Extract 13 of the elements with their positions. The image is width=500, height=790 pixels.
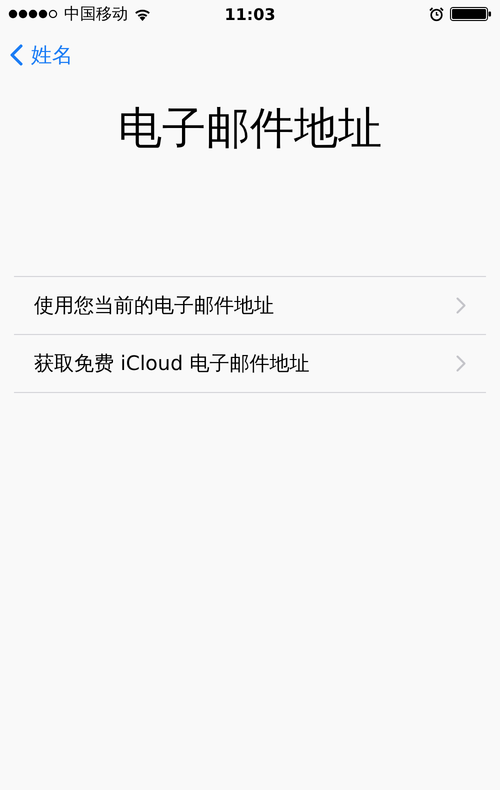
battery-icon [450,7,492,21]
back-button[interactable]: 姓名 [10,41,73,69]
list-item[interactable]: 使用您当前的电子邮件地址 [14,277,486,335]
page-title: 电子邮件地址 [117,102,383,156]
chevron-right-icon [456,297,466,314]
chevron-left-icon [10,44,23,66]
chevron-right-icon [456,355,466,372]
carrier-name: 中国移动 [64,4,128,24]
list-item[interactable]: 获取免费 iCloud 电子邮件地址 [14,335,486,393]
status-time: 11:03 [224,4,276,24]
alarm-icon [429,6,444,22]
wifi-icon [134,8,151,20]
signal-icon [8,9,58,19]
